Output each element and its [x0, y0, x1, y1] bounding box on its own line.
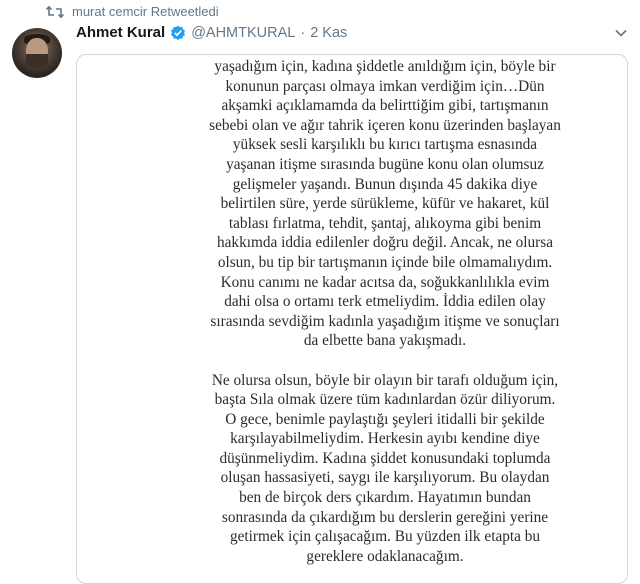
note-line: da elbette bana yakışmadı. — [303, 332, 467, 350]
note-line: Konu canımı ne kadar acıtsa da, soğukkan… — [220, 273, 550, 291]
note-line: ben de birçok ders çıkardım. Hayatımın b… — [239, 489, 531, 507]
retweet-label: murat cemcir Retweetledi — [72, 4, 219, 19]
note-line: sırasında sevdiğim kadınla yaşadığım iti… — [210, 312, 560, 330]
chevron-down-icon[interactable] — [614, 26, 628, 40]
display-name[interactable]: Ahmet Kural — [76, 24, 165, 41]
note-text: yaşadığım için, kadına şiddetle anıldığı… — [165, 57, 605, 566]
avatar[interactable] — [12, 28, 62, 78]
note-line: olsun, bu tip bir tartışmanın içinde bil… — [217, 253, 553, 271]
note-line: başta Sıla olmak üzere tüm kadınlardan ö… — [214, 391, 556, 409]
retweet-icon — [46, 5, 64, 18]
note-line: oluşan hassasiyeti, saygı ile karşılıyor… — [220, 469, 550, 487]
note-line: yaşanan itişme sırasında bugüne konu ola… — [226, 155, 544, 173]
note-line: Ne olursa olsun, böyle bir olayın bir ta… — [211, 371, 559, 389]
note-line: sonrasında da çıkardığım bu derslerin ge… — [221, 508, 549, 526]
note-line: düşünmeliydim. Kadına şiddet konusundaki… — [219, 449, 551, 467]
note-line: O gece, benimle paylaştığı şeyleri itida… — [225, 410, 545, 428]
note-line: karşılayabilmeliydim. Herkesin ayıbı ken… — [230, 430, 540, 448]
retweet-context[interactable]: murat cemcir Retweetledi — [46, 4, 219, 19]
note-line: yaşadığım için, kadına şiddetle anıldığı… — [214, 58, 556, 75]
note-line: yüksek sesli karşılıklı bu kırıcı tartış… — [232, 136, 538, 154]
cropped-text-line — [157, 54, 617, 55]
note-line: dahi olsa o ortamı terk etmeliydim. İddi… — [224, 293, 546, 311]
note-line: hakkımda iddia edilenler doğru değil. An… — [216, 234, 553, 252]
note-line: belirtilen süre, yerde sürükleme, küfür … — [220, 195, 550, 213]
verified-badge-icon — [171, 25, 186, 40]
note-line: getirmek için çalışacağım. Bu yüzden ilk… — [229, 528, 541, 546]
tweet-header: Ahmet Kural @AHMTKURAL · 2 Kas — [76, 24, 347, 41]
note-line: konunun parçası olmaya imkan verdiğim iç… — [225, 77, 545, 95]
note-line: gereklere odaklanacağım. — [306, 547, 464, 565]
tweet-date[interactable]: 2 Kas — [310, 25, 347, 41]
note-line: tablası fırlatma, tehdit, şantaj, alıkoy… — [228, 214, 542, 232]
note-line: gelişmeler yaşandı. Bunun dışında 45 dak… — [232, 175, 538, 193]
note-line: sebebi olan ve ağır tahrik içeren konu ü… — [209, 116, 561, 134]
attached-note-image[interactable]: yaşadığım için, kadına şiddetle anıldığı… — [76, 54, 628, 584]
note-line: akşamki açıklamamda da belirttiğim gibi,… — [221, 97, 549, 115]
user-handle[interactable]: @AHMTKURAL — [191, 25, 295, 41]
separator-dot: · — [300, 24, 306, 41]
note-line — [165, 351, 605, 371]
